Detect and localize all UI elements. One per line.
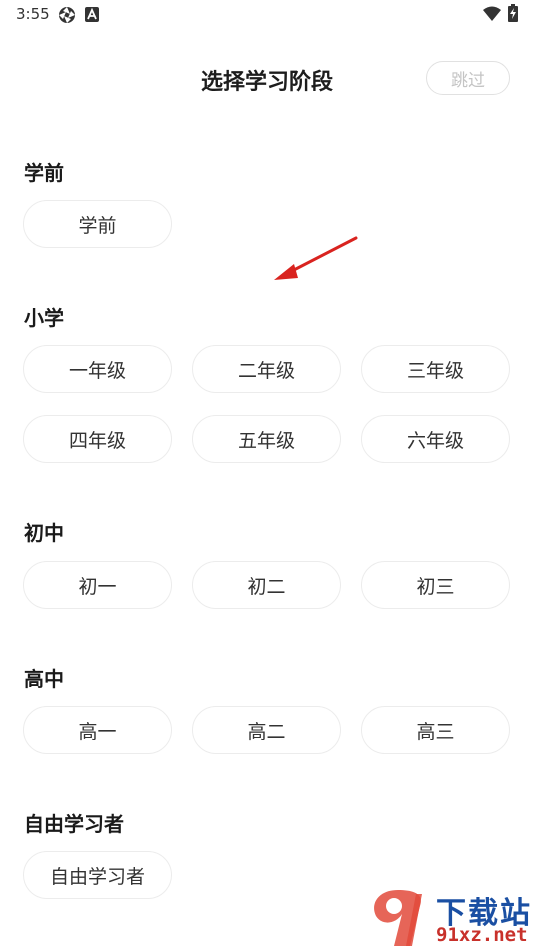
section-title-junior-high: 初中 bbox=[24, 521, 64, 545]
section-title-senior-high: 高中 bbox=[24, 667, 64, 691]
watermark-domain: 91xz.net bbox=[436, 924, 528, 946]
section-title-free-learner: 自由学习者 bbox=[24, 812, 124, 836]
option-junior-2[interactable]: 初二 bbox=[192, 561, 341, 609]
wifi-icon bbox=[483, 6, 501, 26]
aperture-icon bbox=[58, 6, 76, 28]
battery-charging-icon bbox=[508, 4, 518, 26]
option-senior-1[interactable]: 高一 bbox=[23, 706, 172, 754]
watermark: 下载站 91xz.net bbox=[364, 886, 534, 950]
status-time: 3:55 bbox=[16, 5, 50, 23]
a-app-icon bbox=[85, 7, 99, 26]
section-title-preschool: 学前 bbox=[24, 161, 64, 185]
option-junior-3[interactable]: 初三 bbox=[361, 561, 510, 609]
option-preschool[interactable]: 学前 bbox=[23, 200, 172, 248]
option-grade-4[interactable]: 四年级 bbox=[23, 415, 172, 463]
option-grade-1[interactable]: 一年级 bbox=[23, 345, 172, 393]
section-title-primary: 小学 bbox=[24, 306, 64, 330]
option-senior-2[interactable]: 高二 bbox=[192, 706, 341, 754]
option-junior-1[interactable]: 初一 bbox=[23, 561, 172, 609]
option-grade-5[interactable]: 五年级 bbox=[192, 415, 341, 463]
option-grade-3[interactable]: 三年级 bbox=[361, 345, 510, 393]
option-senior-3[interactable]: 高三 bbox=[361, 706, 510, 754]
status-bar: 3:55 bbox=[0, 0, 534, 30]
red-arrow-icon bbox=[274, 236, 358, 280]
watermark-logo-icon bbox=[374, 890, 422, 946]
option-grade-2[interactable]: 二年级 bbox=[192, 345, 341, 393]
option-grade-6[interactable]: 六年级 bbox=[361, 415, 510, 463]
skip-button[interactable]: 跳过 bbox=[426, 61, 510, 95]
option-free-learner[interactable]: 自由学习者 bbox=[23, 851, 172, 899]
